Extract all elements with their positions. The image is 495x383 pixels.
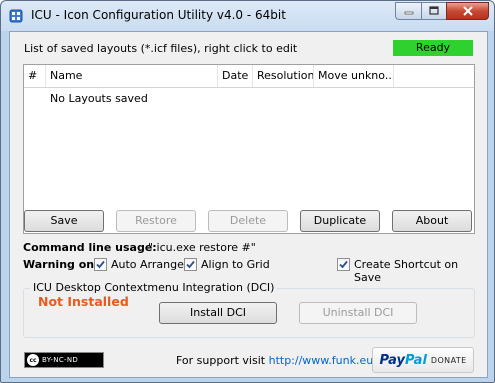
status-badge: Ready [393, 40, 473, 56]
auto-arrange-label[interactable]: Auto Arrange [111, 258, 184, 271]
paypal-logo: PayPal [379, 352, 427, 368]
window-title: ICU - Icon Configuration Utility v4.0 - … [31, 8, 286, 22]
creative-commons-icon: cc [27, 354, 39, 366]
title-bar[interactable]: ICU - Icon Configuration Utility v4.0 - … [1, 1, 494, 31]
create-shortcut-label[interactable]: Create Shortcut on Save [354, 258, 487, 284]
paypal-donate-button[interactable]: PayPal DONATE [372, 347, 474, 373]
support-text: For support visit http://www.funk.eu [176, 354, 373, 367]
auto-arrange-checkbox[interactable] [94, 258, 107, 271]
layouts-list[interactable]: # Name Date Resolution Move unkno... No … [23, 64, 475, 234]
align-to-grid-label[interactable]: Align to Grid [201, 258, 270, 271]
empty-list-message: No Layouts saved [50, 92, 148, 105]
create-shortcut-checkbox[interactable] [337, 258, 350, 271]
support-link[interactable]: http://www.funk.eu [269, 354, 374, 367]
command-line-value: " icu.exe restore #" [148, 241, 256, 254]
restore-button[interactable]: Restore [116, 210, 196, 232]
check-icon [96, 260, 105, 269]
list-header: # Name Date Resolution Move unkno... [24, 65, 474, 88]
column-header-resolution[interactable]: Resolution [253, 65, 314, 87]
install-dci-button[interactable]: Install DCI [159, 302, 277, 324]
license-badge[interactable]: cc BY-NC-ND [24, 352, 104, 368]
command-line-label: Command line usage: [23, 241, 157, 254]
donate-label: DONATE [430, 355, 467, 365]
dci-status: Not Installed [38, 294, 129, 309]
duplicate-button[interactable]: Duplicate [300, 210, 380, 232]
about-button[interactable]: About [392, 210, 472, 232]
check-icon [186, 260, 195, 269]
close-button[interactable] [446, 2, 489, 20]
save-button[interactable]: Save [24, 210, 104, 232]
app-window: ICU - Icon Configuration Utility v4.0 - … [0, 0, 495, 383]
delete-button[interactable]: Delete [208, 210, 288, 232]
check-icon [339, 260, 348, 269]
maximize-icon [429, 6, 439, 15]
caption-buttons [395, 2, 489, 21]
client-area: List of saved layouts (*.icf files), rig… [9, 31, 488, 378]
license-badge-text: BY-NC-ND [42, 356, 79, 364]
dci-group-title: ICU Desktop Contextmenu Integration (DCI… [30, 281, 278, 294]
column-header-date[interactable]: Date [218, 65, 253, 87]
column-header-name[interactable]: Name [46, 65, 218, 87]
warning-label: Warning on: [23, 258, 99, 271]
minimize-button[interactable] [395, 2, 421, 20]
column-header-number[interactable]: # [24, 65, 46, 87]
app-icon [9, 9, 23, 23]
minimize-icon [404, 11, 413, 15]
column-header-move-unknown[interactable]: Move unkno... [314, 65, 394, 87]
maximize-button[interactable] [421, 2, 446, 20]
support-prefix: For support visit [176, 354, 266, 367]
align-to-grid-checkbox[interactable] [184, 258, 197, 271]
list-caption: List of saved layouts (*.icf files), rig… [24, 42, 298, 55]
uninstall-dci-button[interactable]: Uninstall DCI [299, 302, 417, 324]
close-icon [462, 6, 473, 16]
